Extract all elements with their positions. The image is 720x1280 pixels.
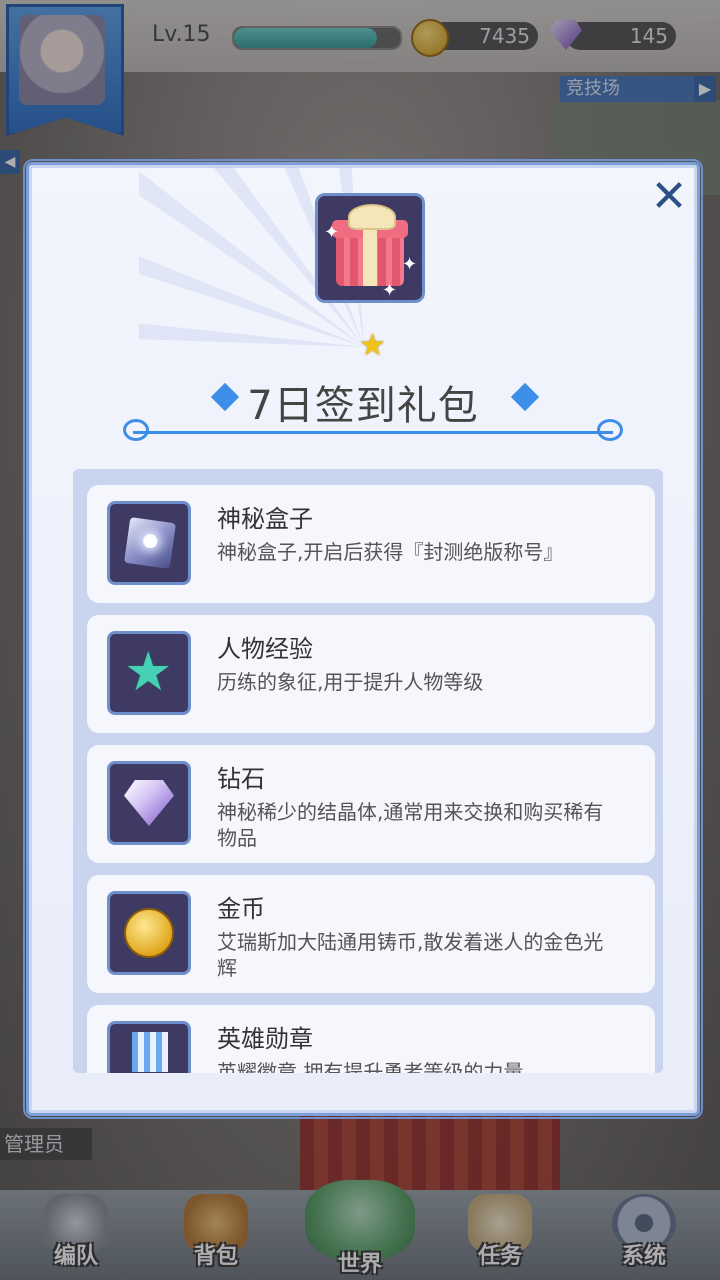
reward-item-medal[interactable]: 英雄勋章 英耀徽章,拥有提升勇者等级的力量 [87,1005,655,1073]
exp-star-icon: ★ [107,631,191,715]
title-rule [133,431,613,434]
reward-name: 人物经验 [217,635,313,663]
reward-name: 英雄勋章 [217,1025,313,1053]
reward-desc: 神秘稀少的结晶体,通常用来交换和购买稀有物品 [217,800,604,850]
star-icon: ★ [359,328,386,363]
mystery-box-icon [107,501,191,585]
hero-medal-icon [107,1021,191,1073]
reward-item-diamond[interactable]: 钻石 神秘稀少的结晶体,通常用来交换和购买稀有物品 [87,745,655,863]
reward-item-exp[interactable]: ★ 人物经验 历练的象征,用于提升人物等级 [87,615,655,733]
reward-list[interactable]: 神秘盒子 神秘盒子,开启后获得『封测绝版称号』 ★ 人物经验 历练的象征,用于提… [73,469,663,1073]
gift-box-icon: ✦ ✦ ✦ [315,193,425,303]
reward-desc: 艾瑞斯加大陆通用铸币,散发着迷人的金色光辉 [217,930,604,980]
reward-item-gold[interactable]: 金币 艾瑞斯加大陆通用铸币,散发着迷人的金色光辉 [87,875,655,993]
reward-desc: 神秘盒子,开启后获得『封测绝版称号』 [217,540,564,564]
reward-desc: 英耀徽章,拥有提升勇者等级的力量 [217,1060,524,1073]
reward-name: 钻石 [217,765,265,793]
title-rule-right-curl [597,419,623,441]
sign-in-gift-modal: ✕ ✦ ✦ ✦ ★ 7日签到礼包 神秘盒子 神秘盒子,开启后获得『封测绝版称号』… [23,159,703,1119]
reward-item-mystery-box[interactable]: 神秘盒子 神秘盒子,开启后获得『封测绝版称号』 [87,485,655,603]
reward-name: 神秘盒子 [217,505,313,533]
diamond-icon [107,761,191,845]
title-rule-left-curl [123,419,149,441]
close-icon[interactable]: ✕ [647,175,691,221]
gold-coin-icon [107,891,191,975]
reward-desc: 历练的象征,用于提升人物等级 [217,670,484,694]
reward-name: 金币 [217,895,265,923]
